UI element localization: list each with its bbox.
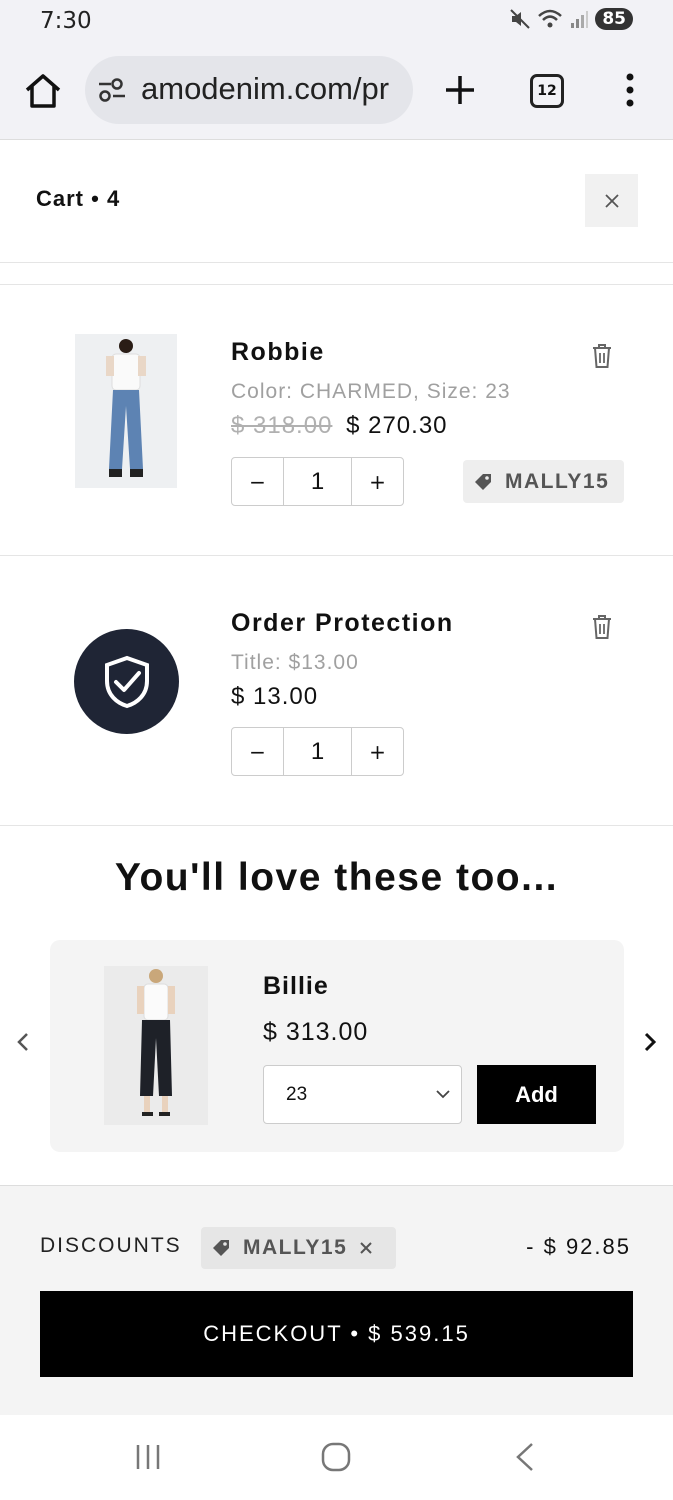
decrease-quantity-button[interactable]: − [232, 728, 283, 775]
discount-code: MALLY15 [243, 1236, 348, 1259]
quantity-value[interactable]: 1 [283, 728, 352, 775]
increase-quantity-button[interactable]: + [352, 458, 403, 505]
item-variant: Color: CHARMED, Size: 23 [231, 380, 511, 403]
size-select[interactable]: 23 [263, 1065, 462, 1124]
new-tab-icon[interactable] [440, 70, 480, 110]
item-price-group: $ 318.00 $ 270.30 [231, 412, 448, 440]
url-text: amodenim.com/pr [141, 71, 390, 106]
item-price-group: $ 13.00 [231, 683, 318, 711]
tag-icon [475, 473, 491, 490]
item-name[interactable]: Robbie [231, 338, 325, 367]
system-navigation-bar [0, 1415, 673, 1500]
add-to-cart-button[interactable]: Add [477, 1065, 596, 1124]
coupon-code: MALLY15 [505, 469, 610, 493]
order-protection-image [74, 629, 179, 734]
item-original-price: $ 318.00 [231, 412, 333, 439]
home-nav-icon[interactable] [320, 1441, 352, 1473]
size-select-value: 23 [286, 1083, 308, 1105]
signal-icon [571, 11, 589, 28]
applied-coupon-badge: MALLY15 [463, 460, 624, 503]
trash-icon[interactable] [590, 613, 614, 641]
recent-apps-icon[interactable] [132, 1441, 164, 1473]
quantity-stepper: − 1 + [231, 457, 404, 506]
remove-discount-icon[interactable] [359, 1241, 373, 1255]
battery-indicator: 85 [595, 8, 633, 30]
trash-icon[interactable] [590, 342, 614, 370]
product-image-billie[interactable] [104, 966, 208, 1125]
item-variant: Title: $13.00 [231, 651, 359, 674]
item-name[interactable]: Order Protection [231, 609, 454, 638]
decrease-quantity-button[interactable]: − [232, 458, 283, 505]
cart-item: Order Protection Title: $13.00 $ 13.00 −… [0, 555, 673, 825]
mute-icon [510, 9, 531, 29]
more-options-icon[interactable] [620, 70, 640, 110]
tab-switcher-button[interactable]: 12 [530, 74, 564, 108]
discount-amount: - $ 92.85 [526, 1234, 631, 1259]
discount-code-badge: MALLY15 [201, 1227, 396, 1269]
recommended-product-card: Billie $ 313.00 23 Add [50, 940, 624, 1152]
shield-check-icon [104, 655, 149, 708]
quantity-stepper: − 1 + [231, 727, 404, 776]
cart-header: Cart • 4 [0, 140, 673, 263]
item-price: $ 13.00 [231, 683, 319, 710]
recommendations-title: You'll love these too... [114, 856, 559, 899]
chevron-left-icon[interactable] [14, 1030, 32, 1054]
status-icons: 85 [509, 8, 633, 30]
item-sale-price: $ 270.30 [346, 412, 448, 439]
tag-icon [213, 1240, 229, 1256]
cart-title: Cart • 4 [36, 186, 121, 211]
checkout-button[interactable]: CHECKOUT • $ 539.15 [40, 1291, 633, 1377]
back-icon[interactable] [510, 1441, 542, 1473]
product-image-robbie[interactable] [75, 334, 177, 488]
discounts-label: DISCOUNTS [40, 1234, 182, 1257]
recommended-product-name[interactable]: Billie [263, 972, 329, 1001]
wifi-icon [538, 9, 563, 28]
quantity-value[interactable]: 1 [283, 458, 352, 505]
close-icon [604, 193, 619, 208]
cart-item: Robbie Color: CHARMED, Size: 23 $ 318.00… [0, 284, 673, 554]
site-settings-icon[interactable] [97, 76, 127, 104]
chevron-right-icon[interactable] [641, 1030, 659, 1054]
chevron-down-icon [436, 1090, 450, 1099]
status-time: 7:30 [40, 8, 92, 34]
browser-toolbar: amodenim.com/pr 12 [0, 44, 673, 140]
cart-footer: DISCOUNTS MALLY15 - $ 92.85 CHECKOUT • $… [0, 1185, 673, 1415]
status-bar: 7:30 85 [0, 0, 673, 44]
home-icon[interactable] [22, 70, 64, 112]
recommended-product-price: $ 313.00 [263, 1018, 369, 1046]
divider [0, 825, 673, 826]
increase-quantity-button[interactable]: + [352, 728, 403, 775]
address-bar[interactable]: amodenim.com/pr [85, 56, 413, 124]
close-cart-button[interactable] [585, 174, 638, 227]
